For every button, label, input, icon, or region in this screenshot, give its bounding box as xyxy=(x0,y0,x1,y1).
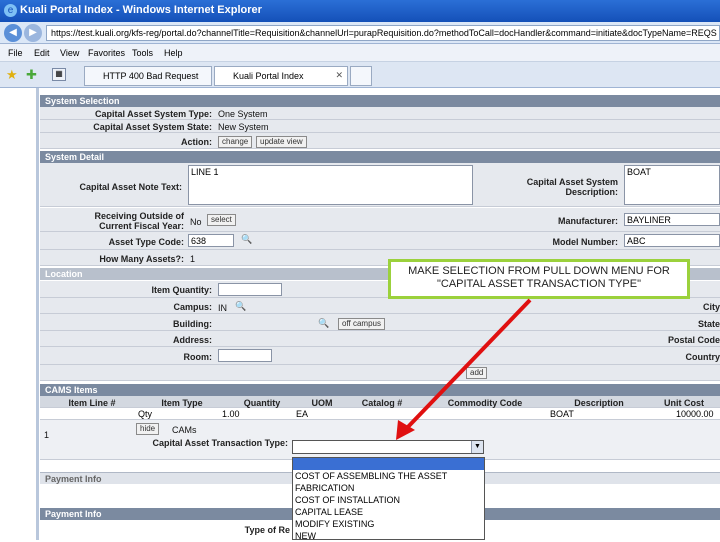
callout-arrow xyxy=(396,298,532,440)
